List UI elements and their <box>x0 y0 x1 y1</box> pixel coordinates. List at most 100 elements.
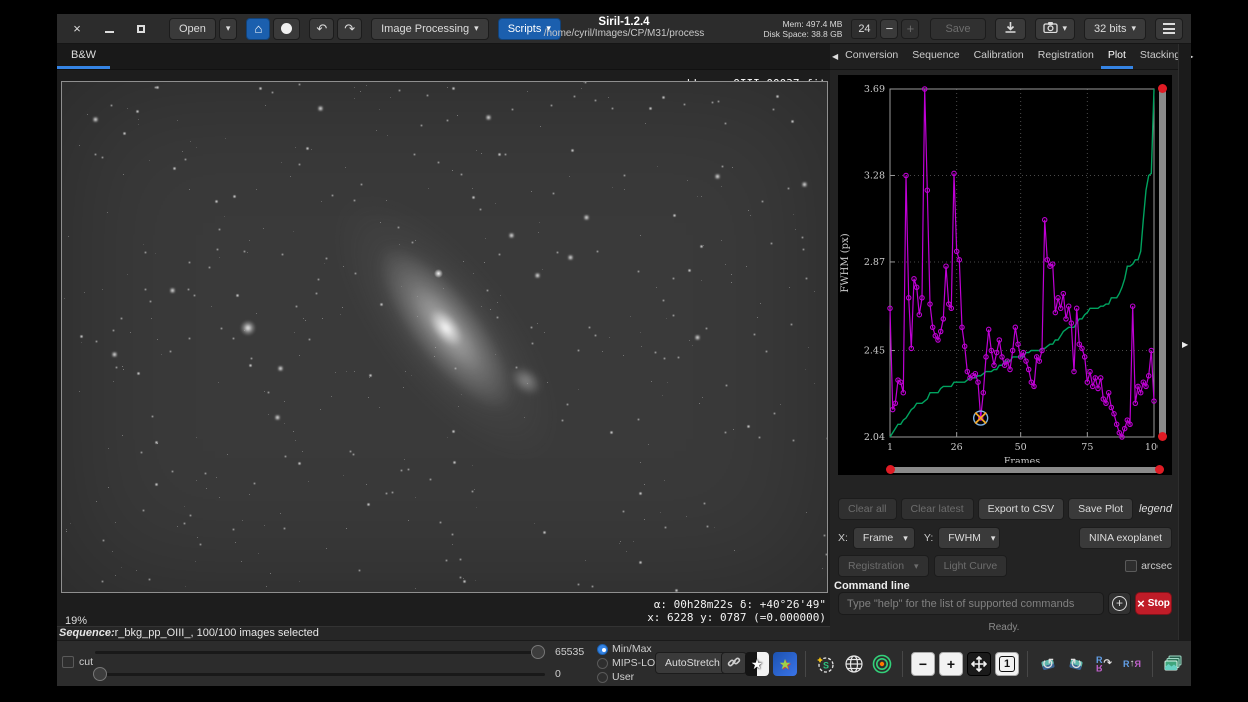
vrange-top-handle[interactable] <box>1158 84 1167 93</box>
mips-radio[interactable] <box>597 658 608 669</box>
registration-layer-dropdown[interactable]: Registration▾ <box>838 555 929 577</box>
minmax-radio[interactable] <box>597 644 608 655</box>
threads-increase-button[interactable]: + <box>901 19 919 39</box>
chevron-down-icon: ▾ <box>474 23 479 34</box>
clear-all-button[interactable]: Clear all <box>838 498 897 520</box>
panel-expander[interactable]: ▶ <box>1178 44 1191 640</box>
home-icon: ⌂ <box>254 21 262 36</box>
x-axis-dropdown[interactable]: Frame▾ <box>853 527 915 549</box>
light-curve-button[interactable]: Light Curve <box>934 555 1008 577</box>
undo-icon: ↶ <box>316 21 327 37</box>
export-csv-button[interactable]: Export to CSV <box>978 498 1065 520</box>
threads-count-field[interactable]: 24 <box>851 19 877 39</box>
sequence-label: Sequence: <box>59 627 115 639</box>
y-axis-dropdown[interactable]: FWHM▾ <box>938 527 1000 549</box>
chevron-down-icon: ▾ <box>991 533 996 544</box>
command-input[interactable] <box>838 592 1104 615</box>
y-axis-label: Y: <box>924 532 933 544</box>
plot-horizontal-range-slider[interactable] <box>890 467 1162 473</box>
main-menu-button[interactable] <box>1155 18 1183 40</box>
record-button[interactable] <box>273 18 300 40</box>
scripts-menu-button[interactable]: Scripts▾ <box>498 18 561 40</box>
tab-calibration[interactable]: Calibration <box>967 44 1031 69</box>
plot-vertical-range-slider[interactable] <box>1159 88 1166 437</box>
lo-slider-handle[interactable] <box>93 667 107 681</box>
arcsec-checkbox[interactable] <box>1125 560 1137 572</box>
tab-sequence[interactable]: Sequence <box>905 44 966 69</box>
command-history-button[interactable]: + <box>1108 592 1131 615</box>
bright-star <box>240 320 256 336</box>
zoom-out-button[interactable]: − <box>911 652 935 676</box>
save-button[interactable]: Save <box>930 18 985 40</box>
save-as-button[interactable] <box>995 18 1026 40</box>
minimize-icon[interactable] <box>97 17 121 41</box>
svg-text:26: 26 <box>951 442 963 453</box>
svg-text:2.45: 2.45 <box>864 346 885 357</box>
redo-icon: ↷ <box>344 21 355 37</box>
tab-registration[interactable]: Registration <box>1031 44 1101 69</box>
save-plot-button[interactable]: Save Plot <box>1068 498 1133 520</box>
undo-button[interactable]: ↶ <box>309 18 334 40</box>
download-icon <box>1004 21 1017 37</box>
expand-arrow-icon: ▶ <box>1182 340 1188 349</box>
svg-text:S: S <box>823 661 829 671</box>
clear-latest-button[interactable]: Clear latest <box>901 498 974 520</box>
vrange-bottom-handle[interactable] <box>1158 432 1167 441</box>
bit-depth-dropdown[interactable]: 32 bits▾ <box>1084 18 1146 40</box>
image-processing-menu-button[interactable]: Image Processing▾ <box>371 18 489 40</box>
tab-plot[interactable]: Plot <box>1101 44 1133 69</box>
rotate-left-button[interactable]: ↺ <box>1036 652 1060 676</box>
close-icon[interactable]: × <box>65 17 89 41</box>
field-star <box>434 269 443 278</box>
siril-window: × Open ▾ ⌂ ↶ ↷ Image Processing▾ Scripts… <box>57 14 1191 686</box>
record-icon <box>281 23 292 34</box>
zoom-one-to-one-button[interactable]: 1 <box>995 652 1019 676</box>
camera-icon <box>1043 21 1058 36</box>
coords-radec: α: 00h28m22s δ: +40°26'49" <box>647 598 826 611</box>
zoom-fit-button[interactable] <box>967 652 991 676</box>
x-axis-label: X: <box>838 532 848 544</box>
tab-bw[interactable]: B&W <box>57 44 110 69</box>
open-button[interactable]: Open <box>169 18 216 40</box>
redo-button[interactable]: ↷ <box>337 18 362 40</box>
svg-text:1: 1 <box>887 442 893 453</box>
grid-target-overlay-icon[interactable] <box>870 652 894 676</box>
coords-xy: x: 6228 y: 0787 (=0.000000) <box>647 611 826 624</box>
color-star-rendering-icon[interactable]: ★ <box>773 652 797 676</box>
chain-link-icon <box>727 655 741 672</box>
snapshot-button[interactable]: ▾ <box>1035 18 1076 40</box>
image-canvas[interactable] <box>61 81 828 593</box>
control-tab-bar: ◀ Conversion Sequence Calibration Regist… <box>830 44 1178 70</box>
hrange-left-handle[interactable] <box>886 465 895 474</box>
psf-photometry-icon[interactable]: S <box>814 652 838 676</box>
open-recent-chevron-button[interactable]: ▾ <box>219 18 238 40</box>
threads-decrease-button[interactable]: − <box>880 19 898 39</box>
home-button[interactable]: ⌂ <box>246 18 270 40</box>
fwhm-chart-svg[interactable]: 2.042.452.873.283.691265075100FramesFWHM… <box>838 75 1158 463</box>
cut-checkbox[interactable] <box>62 656 74 668</box>
mirror-horizontal-button[interactable]: R R ↷ <box>1092 652 1116 676</box>
stop-button[interactable]: × Stop <box>1135 592 1172 615</box>
hi-slider-handle[interactable] <box>531 645 545 659</box>
mirror-vertical-button[interactable]: R ↑ Я <box>1120 652 1144 676</box>
display-bottom-bar: cut 65535 0 Min/Max MIPS-LO/HI User Auto… <box>57 640 1191 686</box>
hamburger-icon <box>1163 23 1175 34</box>
nina-exoplanet-button[interactable]: NINA exoplanet <box>1079 527 1172 549</box>
zoom-in-button[interactable]: + <box>939 652 963 676</box>
chevron-down-icon: ▾ <box>914 561 919 572</box>
bw-star-rendering-icon[interactable]: ★ <box>745 652 769 676</box>
rotate-right-button[interactable]: ↻ <box>1064 652 1088 676</box>
svg-text:75: 75 <box>1081 442 1093 453</box>
hi-level-slider[interactable] <box>95 651 545 654</box>
user-radio[interactable] <box>597 672 608 683</box>
maximize-icon[interactable] <box>129 17 153 41</box>
hrange-right-handle[interactable] <box>1155 465 1164 474</box>
tab-conversion[interactable]: Conversion <box>838 44 905 69</box>
astrometry-annotations-globe-icon[interactable] <box>842 652 866 676</box>
svg-text:Frames: Frames <box>1004 456 1040 463</box>
lo-level-slider[interactable] <box>95 673 545 676</box>
user-label: User <box>612 671 634 683</box>
legend-toggle[interactable]: legend <box>1139 503 1172 515</box>
link-channels-button[interactable] <box>721 652 747 674</box>
sequence-frame-list-button[interactable] <box>1161 652 1185 676</box>
